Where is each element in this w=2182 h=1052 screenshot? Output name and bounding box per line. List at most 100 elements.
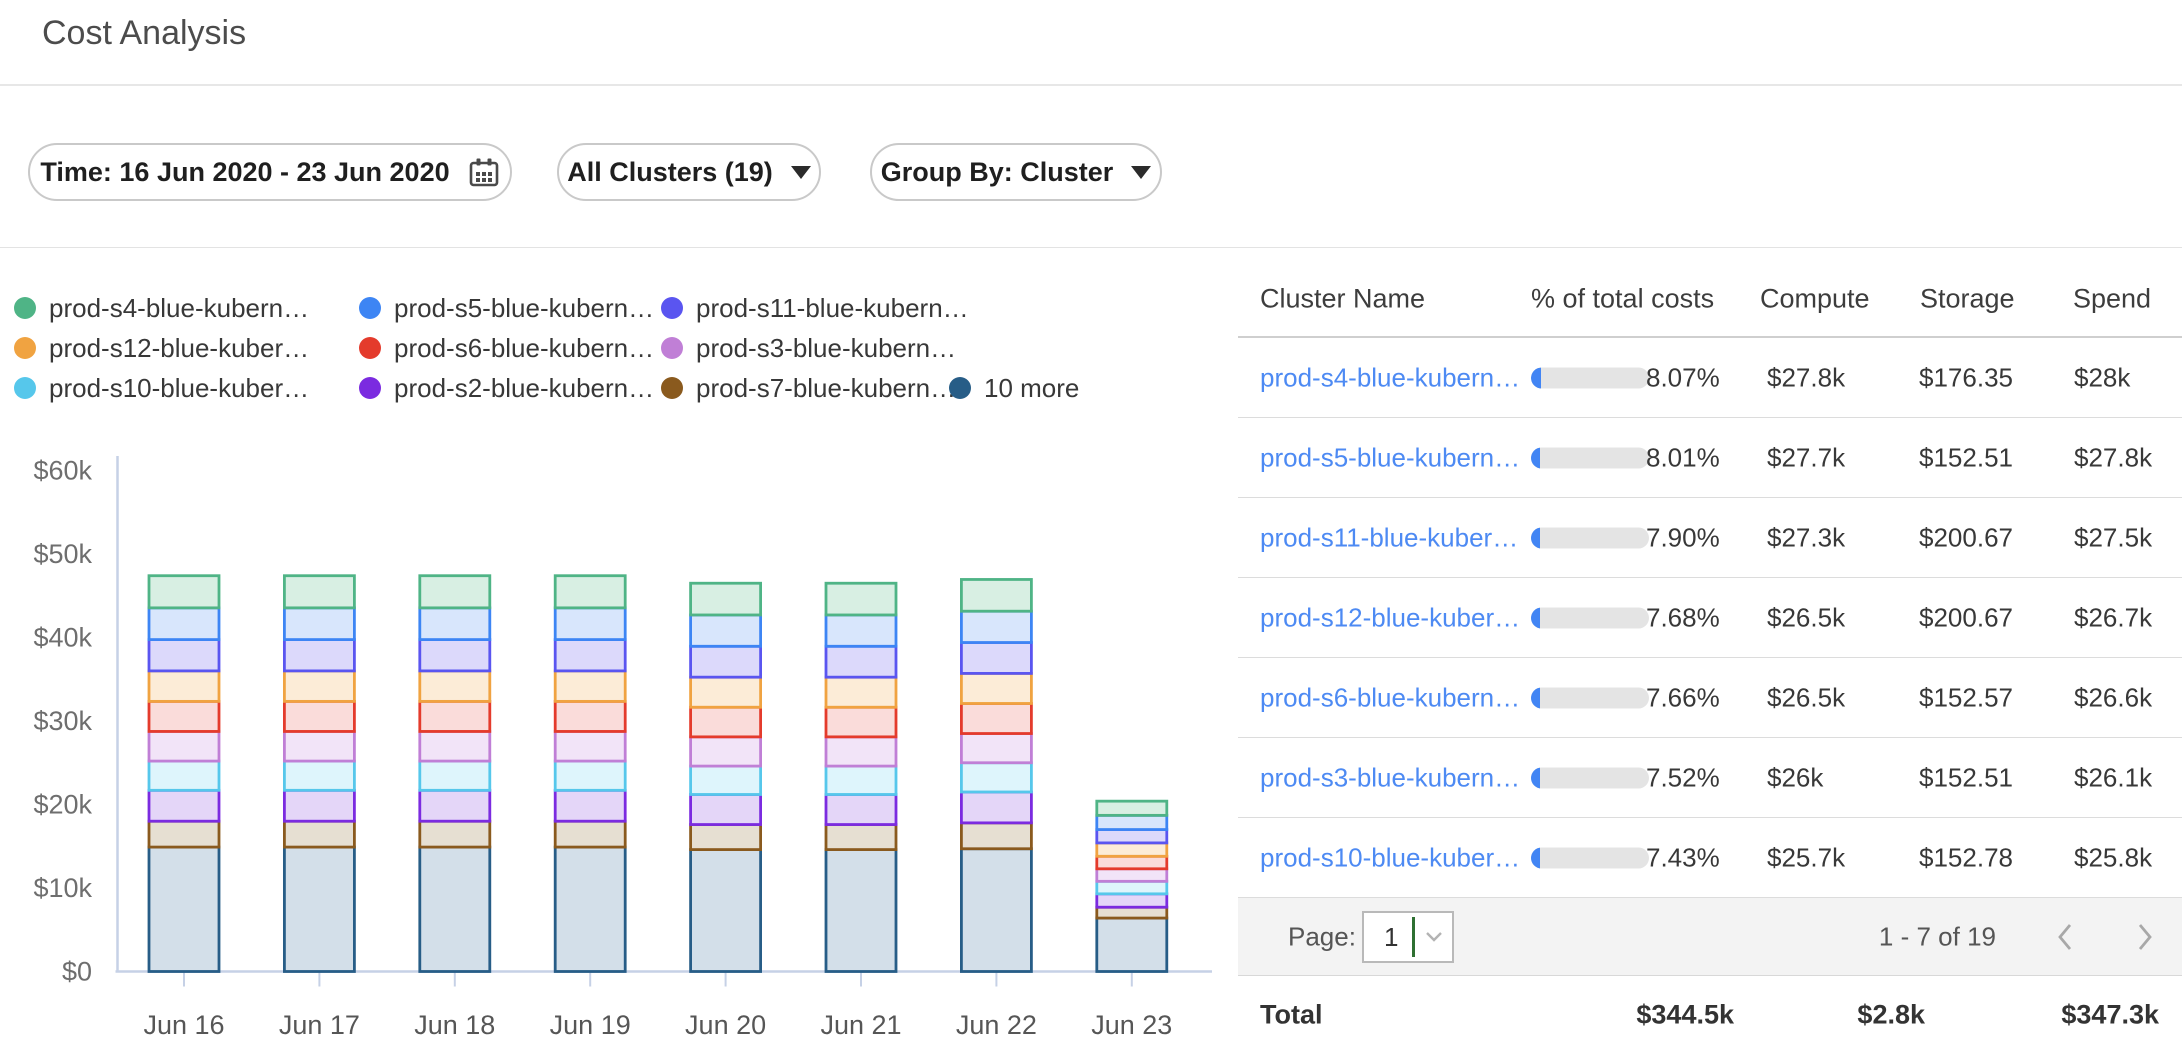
bar-segment[interactable] [149,847,219,971]
bar-segment[interactable] [1097,856,1167,869]
bar-segment[interactable] [961,643,1031,674]
legend-item[interactable]: prod-s7-blue-kubern… [661,368,949,408]
bar-segment[interactable] [149,576,219,608]
bar-segment[interactable] [826,794,896,824]
cluster-link[interactable]: prod-s11-blue-kuber… [1260,522,1518,553]
bar-segment[interactable] [1097,830,1167,843]
cluster-link[interactable]: prod-s4-blue-kubern… [1260,362,1520,393]
bar-segment[interactable] [284,731,354,761]
time-range-filter[interactable]: Time: 16 Jun 2020 - 23 Jun 2020 [28,143,512,201]
bar-segment[interactable] [420,761,490,790]
bar-segment[interactable] [284,761,354,790]
bar-segment[interactable] [1097,907,1167,918]
clusters-filter-dropdown[interactable]: All Clusters (19) [557,143,821,201]
bar-segment[interactable] [826,677,896,707]
bar-segment[interactable] [826,850,896,972]
bar-segment[interactable] [826,646,896,677]
bar-segment[interactable] [826,825,896,850]
bar-segment[interactable] [420,671,490,701]
legend-item[interactable]: prod-s3-blue-kubern… [661,328,1068,368]
legend-item[interactable]: prod-s6-blue-kubern… [359,328,661,368]
bar-segment[interactable] [420,731,490,761]
group-by-dropdown[interactable]: Group By: Cluster [870,143,1162,201]
bar-segment[interactable] [284,608,354,640]
bar-segment[interactable] [1097,815,1167,829]
legend-item[interactable]: 10 more [949,368,1068,408]
bar-segment[interactable] [826,615,896,646]
legend-item[interactable]: prod-s5-blue-kubern… [359,288,661,328]
bar-segment[interactable] [420,790,490,821]
bar-segment[interactable] [555,731,625,761]
bar-segment[interactable] [691,737,761,766]
bar-segment[interactable] [961,673,1031,703]
bar-segment[interactable] [555,761,625,790]
bar-segment[interactable] [555,790,625,821]
cluster-link[interactable]: prod-s5-blue-kubern… [1260,442,1520,473]
bar-segment[interactable] [149,731,219,761]
bar-segment[interactable] [149,640,219,671]
bar-segment[interactable] [691,707,761,737]
bar-segment[interactable] [691,615,761,646]
bar-segment[interactable] [1097,869,1167,882]
bar-segment[interactable] [284,576,354,608]
legend-item[interactable]: prod-s12-blue-kuber… [14,328,359,368]
legend-item[interactable]: prod-s10-blue-kuber… [14,368,359,408]
cluster-link[interactable]: prod-s10-blue-kuber… [1260,842,1520,873]
bar-segment[interactable] [691,850,761,972]
bar-segment[interactable] [691,766,761,794]
bar-segment[interactable] [1097,843,1167,856]
bar-segment[interactable] [420,640,490,671]
cluster-link[interactable]: prod-s3-blue-kubern… [1260,762,1520,793]
legend-item[interactable]: prod-s11-blue-kubern… [661,288,1068,328]
bar-segment[interactable] [961,611,1031,642]
bar-segment[interactable] [284,640,354,671]
bar-segment[interactable] [691,677,761,707]
bar-segment[interactable] [961,703,1031,733]
bar-segment[interactable] [284,671,354,701]
bar-segment[interactable] [555,847,625,971]
bar-segment[interactable] [149,761,219,790]
cluster-link[interactable]: prod-s6-blue-kubern… [1260,682,1520,713]
page-select[interactable]: 1 [1362,911,1454,963]
bar-segment[interactable] [1097,918,1167,971]
bar-segment[interactable] [555,608,625,640]
legend-item[interactable]: prod-s4-blue-kubern… [14,288,359,328]
bar-segment[interactable] [284,821,354,847]
bar-segment[interactable] [420,821,490,847]
bar-segment[interactable] [961,763,1031,792]
bar-segment[interactable] [420,701,490,731]
bar-segment[interactable] [149,821,219,847]
bar-segment[interactable] [555,640,625,671]
bar-segment[interactable] [961,823,1031,849]
bar-segment[interactable] [691,794,761,824]
next-page-button[interactable] [2136,922,2154,952]
bar-segment[interactable] [555,821,625,847]
bar-segment[interactable] [555,701,625,731]
bar-segment[interactable] [961,792,1031,823]
bar-segment[interactable] [691,825,761,850]
bar-segment[interactable] [555,671,625,701]
bar-segment[interactable] [1097,801,1167,815]
bar-segment[interactable] [149,701,219,731]
bar-segment[interactable] [691,646,761,677]
bar-segment[interactable] [284,790,354,821]
bar-segment[interactable] [961,849,1031,972]
legend-item[interactable]: prod-s2-blue-kubern… [359,368,661,408]
bar-segment[interactable] [826,766,896,794]
bar-segment[interactable] [149,790,219,821]
bar-segment[interactable] [284,847,354,971]
prev-page-button[interactable] [2056,922,2074,952]
bar-segment[interactable] [826,583,896,615]
bar-segment[interactable] [961,579,1031,611]
bar-segment[interactable] [420,847,490,971]
bar-segment[interactable] [420,576,490,608]
bar-segment[interactable] [1097,894,1167,907]
bar-segment[interactable] [691,583,761,615]
bar-segment[interactable] [961,734,1031,763]
bar-segment[interactable] [1097,881,1167,894]
bar-segment[interactable] [555,576,625,608]
bar-segment[interactable] [420,608,490,640]
bar-segment[interactable] [284,701,354,731]
bar-segment[interactable] [826,707,896,737]
bar-segment[interactable] [149,608,219,640]
